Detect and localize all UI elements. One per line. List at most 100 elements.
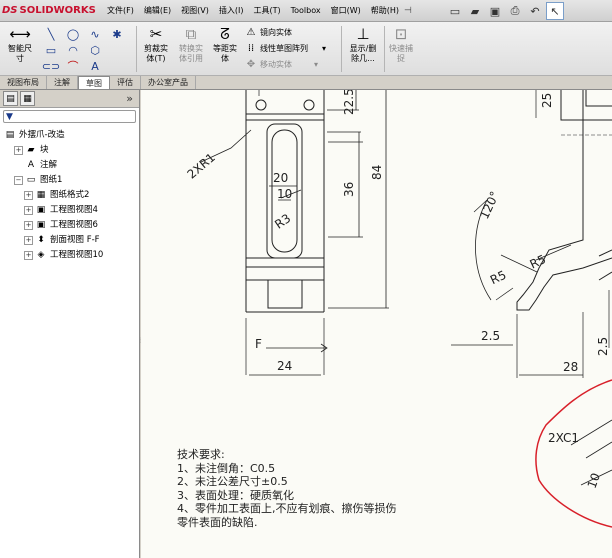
dim-10[interactable]: 10 bbox=[277, 187, 292, 201]
circle-icon[interactable]: ◯ bbox=[62, 26, 84, 42]
tab-1[interactable]: 注解 bbox=[47, 76, 78, 89]
new-document-icon[interactable]: ▭ bbox=[446, 2, 464, 20]
menu-item[interactable]: 窗口(W) bbox=[326, 3, 366, 19]
tab-4[interactable]: 办公室产品 bbox=[141, 76, 196, 89]
trim-entities-button[interactable]: ✂ 剪裁实 体(T) bbox=[140, 24, 172, 64]
menu-item[interactable]: 视图(V) bbox=[176, 3, 214, 19]
dim-24[interactable]: 24 bbox=[277, 359, 292, 373]
expander-icon[interactable]: + bbox=[24, 251, 33, 260]
tab-0[interactable]: 视图布局 bbox=[0, 76, 47, 89]
arc-icon[interactable]: ◠ bbox=[62, 42, 84, 58]
feature-tree-tab-icon[interactable]: ▤ bbox=[3, 91, 18, 106]
drawing-document-icon: ▤ bbox=[5, 130, 15, 140]
tree-node[interactable]: − ▭ 图纸1 bbox=[0, 173, 139, 188]
sketch-tools-grid: ╲ ◯ ∿ ✱ ▭ ◠ ⬡ ⊂⊃ ⌒ A bbox=[40, 26, 128, 74]
tree-node-label: 工程图视图6 bbox=[50, 220, 98, 230]
dim-28[interactable]: 28 bbox=[563, 360, 578, 374]
move-entities-label: 移动实体 bbox=[260, 60, 292, 69]
point-icon[interactable]: ✱ bbox=[106, 26, 128, 42]
print-icon[interactable]: ⎙ bbox=[506, 2, 524, 20]
tree-node-label: 注解 bbox=[40, 160, 58, 170]
dim-2xc1[interactable]: 2XC1 bbox=[548, 431, 579, 445]
dim-22-5[interactable]: 22.5 bbox=[342, 90, 356, 115]
slot-icon[interactable]: ⊂⊃ bbox=[40, 58, 62, 74]
dim-20[interactable]: 20 bbox=[273, 171, 288, 185]
dim-r5-a[interactable]: R5 bbox=[488, 268, 508, 287]
dropdown-arrow-icon[interactable]: ▾ bbox=[322, 41, 326, 56]
move-entities-icon: ✥ bbox=[246, 59, 256, 70]
expander-icon[interactable]: + bbox=[24, 221, 33, 230]
mirror-entities-button[interactable]: ⚠ 镜向实体 bbox=[244, 25, 292, 40]
tree-node[interactable]: + ▦ 图纸格式2 bbox=[0, 188, 139, 203]
tree-node[interactable]: + ▣ 工程图视图4 bbox=[0, 203, 139, 218]
tree-filter-input[interactable]: ▼ bbox=[3, 110, 136, 123]
panel-tabs: ▤ ▦ » bbox=[0, 90, 139, 108]
detail-view-icon: ◈ bbox=[37, 250, 45, 260]
plane-icon[interactable] bbox=[106, 58, 128, 74]
tree-node[interactable]: + ▣ 工程图视图6 bbox=[0, 218, 139, 233]
expander-icon[interactable]: + bbox=[14, 146, 23, 155]
expander-icon[interactable]: + bbox=[24, 236, 33, 245]
tree-node[interactable]: ▤ 外摆爪-改造 bbox=[0, 128, 139, 143]
save-icon[interactable]: ▣ bbox=[486, 2, 504, 20]
red-markup-circle bbox=[535, 379, 612, 528]
dim-2-5-a[interactable]: 2.5 bbox=[481, 329, 500, 343]
menu-item[interactable]: 编辑(E) bbox=[139, 3, 176, 19]
feature-tree: ▤ 外摆爪-改造 + ▰ 块 A 注解 − ▭ 图纸1 + ▦ 图纸格式2 + ▣ 工程图视图4 + ▣ 工程图视图… bbox=[0, 125, 139, 263]
tab-3[interactable]: 评估 bbox=[110, 76, 141, 89]
profile-outline bbox=[516, 90, 612, 311]
tree-node[interactable]: + ▰ 块 bbox=[0, 143, 139, 158]
move-entities-button[interactable]: ✥ 移动实体 ▾ bbox=[244, 57, 318, 72]
show-hide-relations-label: 显示/删 除几... bbox=[349, 44, 377, 63]
dropdown-arrow-icon[interactable]: ▾ bbox=[314, 57, 318, 72]
dim-2xr1[interactable]: 2XR1 bbox=[185, 150, 218, 181]
collapse-panel-icon[interactable]: » bbox=[126, 92, 133, 105]
quick-snaps-button[interactable]: ⊡ 快速捕 捉 bbox=[385, 24, 417, 64]
tab-2[interactable]: 草图 bbox=[78, 76, 110, 89]
menu-item[interactable]: 插入(I) bbox=[214, 3, 249, 19]
technical-requirements-note[interactable]: 技术要求: 1、未注倒角：C0.5 2、未注公差尺寸±0.5 3、表面处理：硬质氧化 4… bbox=[177, 448, 397, 529]
tree-node[interactable]: + ◈ 工程图视图10 bbox=[0, 248, 139, 263]
spline-icon[interactable]: ∿ bbox=[84, 26, 106, 42]
offset-entities-button[interactable]: ᘔ 等距实 体 bbox=[209, 24, 241, 64]
convert-entities-button[interactable]: ⧉ 转换实 体引用 bbox=[174, 24, 208, 64]
expander-icon[interactable]: + bbox=[24, 206, 33, 215]
dim-120-deg[interactable]: 120° bbox=[477, 189, 502, 221]
smart-dimension-button[interactable]: ⟷ 智能尺 寸 bbox=[2, 24, 38, 64]
select-arrow-icon[interactable]: ↖ bbox=[546, 2, 564, 20]
property-tab-icon[interactable]: ▦ bbox=[20, 91, 35, 106]
tree-node-label: 工程图视图10 bbox=[50, 250, 104, 260]
smart-dimension-label: 智能尺 寸 bbox=[8, 44, 32, 63]
line-icon[interactable]: ╲ bbox=[40, 26, 62, 42]
drawing-sheet[interactable]: 15 22.5 2XR1 20 10 36 84 R3 F 24 25 120°… bbox=[141, 90, 612, 558]
dim-36[interactable]: 36 bbox=[342, 182, 356, 197]
menu-item[interactable]: 工具(T) bbox=[248, 3, 285, 19]
expander-icon[interactable]: − bbox=[14, 176, 23, 185]
menu-item[interactable]: 文件(F) bbox=[102, 3, 139, 19]
dim-10-b[interactable]: 10 bbox=[585, 471, 603, 490]
open-folder-icon[interactable]: ▰ bbox=[466, 2, 484, 20]
fillet-icon[interactable]: ⌒ bbox=[62, 58, 84, 74]
rectangle-icon[interactable]: ▭ bbox=[40, 42, 62, 58]
centerline-icon[interactable] bbox=[106, 42, 128, 58]
linear-pattern-button[interactable]: ⁞⁞ 线性草图阵列 ▾ bbox=[244, 41, 326, 56]
menu-item[interactable]: Toolbox bbox=[286, 3, 326, 19]
menu-item[interactable]: 帮助(H) bbox=[366, 3, 404, 19]
show-hide-relations-button[interactable]: ⊥ 显示/删 除几... bbox=[344, 24, 382, 64]
dim-25[interactable]: 25 bbox=[540, 93, 554, 108]
text-icon[interactable]: A bbox=[84, 58, 106, 74]
dim-15[interactable]: 15 bbox=[281, 90, 296, 91]
tree-node[interactable]: A 注解 bbox=[0, 158, 139, 173]
toolbar-separator bbox=[341, 26, 342, 72]
polygon-icon[interactable]: ⬡ bbox=[84, 42, 106, 58]
convert-entities-label: 转换实 体引用 bbox=[179, 44, 203, 63]
section-label-f: F bbox=[255, 337, 262, 351]
dim-84[interactable]: 84 bbox=[370, 165, 384, 180]
tree-node[interactable]: + ⬍ 剖面视图 F-F bbox=[0, 233, 139, 248]
pin-icon[interactable]: ⊣ bbox=[404, 3, 418, 19]
dim-2-5-b[interactable]: 2.5 bbox=[596, 337, 610, 356]
feature-manager-panel: ▤ ▦ » ▼ ▤ 外摆爪-改造 + ▰ 块 A 注解 − ▭ 图纸1 + ▦ 图纸格式2 + ▣ 工程图视图… bbox=[0, 90, 140, 558]
expander-icon[interactable]: + bbox=[24, 191, 33, 200]
dim-r3[interactable]: R3 bbox=[272, 211, 293, 232]
undo-icon[interactable]: ↶ bbox=[526, 2, 544, 20]
